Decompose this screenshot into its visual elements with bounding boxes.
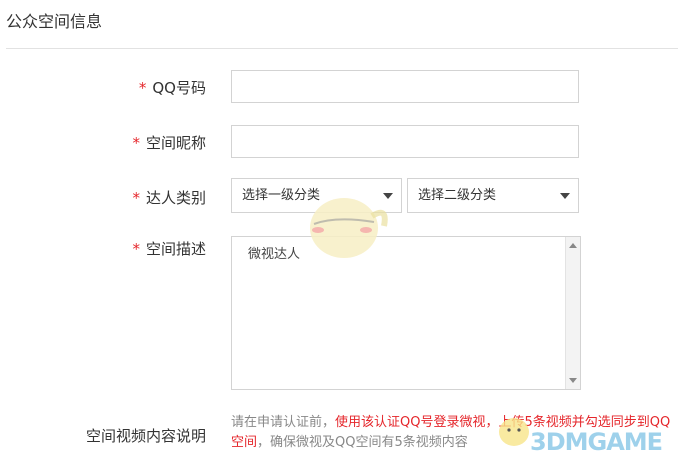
mascot-watermark: [310, 198, 388, 258]
qq-number-label-text: QQ号码: [152, 79, 206, 97]
video-description-label: 空间视频内容说明: [85, 427, 206, 445]
space-nickname-input[interactable]: [231, 125, 579, 158]
secondary-category-value: 选择二级分类: [418, 188, 497, 203]
watermark-logo: 3DMGAME: [530, 428, 663, 456]
space-nickname-label-text: 空间昵称: [145, 134, 206, 152]
description-label: * 空间描述: [132, 238, 206, 259]
note-text-gray-2: ，确保微视及QQ空间有5条视频内容: [257, 435, 468, 450]
qq-number-input[interactable]: [231, 70, 579, 103]
description-textarea[interactable]: 微视达人: [231, 236, 581, 390]
note-text-gray: 请在申请认证前，: [231, 415, 336, 430]
textarea-scrollbar[interactable]: [565, 237, 580, 389]
qq-number-label: * QQ号码: [139, 77, 206, 98]
required-mark: *: [138, 79, 147, 97]
description-value: 微视达人: [248, 247, 301, 262]
secondary-category-select[interactable]: 选择二级分类: [407, 178, 579, 213]
required-mark: *: [132, 134, 140, 152]
space-nickname-label: * 空间昵称: [132, 132, 206, 153]
divider: [6, 48, 678, 49]
section-title: 公众空间信息: [6, 12, 103, 31]
chevron-down-icon: [560, 193, 570, 199]
required-mark: *: [132, 240, 140, 258]
category-label: * 达人类别: [132, 187, 206, 208]
scroll-up-icon[interactable]: [569, 243, 577, 248]
mascot-watermark-small: [499, 418, 529, 446]
category-label-text: 达人类别: [145, 189, 206, 207]
scroll-down-icon[interactable]: [569, 378, 577, 383]
description-label-text: 空间描述: [145, 240, 206, 258]
required-mark: *: [132, 189, 140, 207]
